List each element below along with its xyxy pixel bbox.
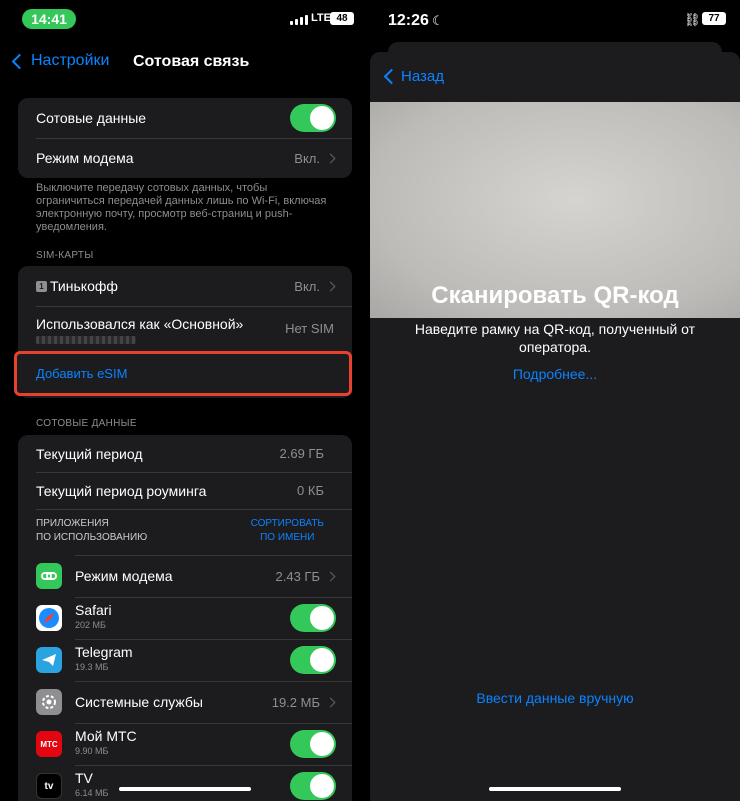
network-type: LTE — [311, 12, 331, 24]
scan-sheet: Назад — [370, 52, 740, 801]
learn-more-link[interactable]: Подробнее... — [370, 366, 740, 382]
add-esim-label: Добавить eSIM — [36, 366, 128, 381]
app-name: Safari — [75, 602, 112, 618]
moon-icon: ☾ — [432, 13, 444, 28]
data-section-header: СОТОВЫЕ ДАННЫЕ — [36, 418, 137, 429]
current-period-value: 2.69 ГБ — [279, 446, 324, 461]
app-row-system-services[interactable]: Системные службы 19.2 МБ — [18, 681, 352, 723]
sim-carrier-row[interactable]: 1 Тинькофф Вкл. — [18, 266, 352, 306]
enter-manually-button[interactable]: Ввести данные вручную — [370, 690, 740, 706]
apps-header-label: ПРИЛОЖЕНИЯ ПО ИСПОЛЬЗОВАНИЮ — [36, 517, 147, 545]
cellular-data-label: Сотовые данные — [36, 110, 147, 126]
mts-icon: МТС — [36, 731, 62, 757]
cellular-settings-screen: 14:41 LTE 48 Настройки Сотовая связь Сот… — [0, 0, 370, 801]
cellular-data-row[interactable]: Сотовые данные — [18, 98, 352, 138]
app-name: Системные службы — [75, 693, 203, 710]
scan-title: Сканировать QR-код — [431, 282, 679, 309]
cellular-group: Сотовые данные Режим модема Вкл. — [18, 98, 352, 178]
hotspot-label: Режим модема — [36, 150, 134, 166]
home-indicator — [119, 787, 251, 791]
apps-header-row: ПРИЛОЖЕНИЯ ПО ИСПОЛЬЗОВАНИЮ СОРТИРОВАТЬ … — [18, 509, 352, 555]
sim-secondary-label: Использовался как «Основной» — [36, 316, 244, 332]
cellular-data-toggle[interactable] — [290, 104, 336, 132]
status-bar: 14:41 LTE 48 — [0, 0, 370, 34]
apps-header-line2: ПО ИСПОЛЬЗОВАНИЮ — [36, 532, 148, 543]
apps-header-line1: ПРИЛОЖЕНИЯ — [36, 518, 109, 529]
chevron-left-icon — [11, 53, 28, 69]
app-usage: 202 МБ — [75, 620, 106, 630]
app-name-block: Telegram 19.3 МБ — [75, 645, 133, 675]
back-label: Настройки — [31, 52, 110, 69]
status-time: 14:41 — [22, 9, 76, 29]
redacted-number — [36, 336, 136, 344]
tv-data-toggle[interactable] — [290, 772, 336, 800]
back-button[interactable]: Назад — [382, 68, 444, 85]
back-button[interactable]: Настройки — [10, 52, 109, 70]
scan-description: Наведите рамку на QR-код, полученный от … — [414, 321, 696, 355]
chevron-right-icon — [325, 281, 336, 291]
app-row-tv: tv TV 6.14 МБ — [18, 765, 352, 801]
battery-level: 48 — [330, 12, 354, 25]
telegram-data-toggle[interactable] — [290, 646, 336, 674]
app-usage-value: 19.2 МБ — [271, 694, 320, 710]
status-bar: 12:26 ☾ ⛓ 77 — [370, 0, 740, 34]
battery-level: 77 — [702, 12, 726, 25]
app-row-safari: Safari 202 МБ — [18, 597, 352, 639]
roaming-period-label: Текущий период роуминга — [36, 482, 207, 499]
roaming-period-row: Текущий период роуминга 0 КБ — [18, 472, 352, 509]
sort-line2: ПО ИМЕНИ — [260, 532, 315, 543]
sort-by-name-button[interactable]: СОРТИРОВАТЬ ПО ИМЕНИ — [251, 517, 324, 545]
hotspot-row[interactable]: Режим модема Вкл. — [18, 138, 352, 178]
home-indicator — [489, 787, 621, 791]
usage-group: Текущий период 2.69 ГБ Текущий период ро… — [18, 435, 352, 801]
gear-icon — [36, 689, 62, 715]
apple-tv-icon: tv — [36, 773, 62, 799]
current-period-row: Текущий период 2.69 ГБ — [18, 435, 352, 472]
status-time: 12:26 — [388, 12, 429, 29]
app-name: TV — [75, 770, 93, 786]
sim-carrier-value: Вкл. — [294, 278, 320, 294]
link-icon — [36, 563, 62, 589]
app-usage-value: 2.43 ГБ — [275, 568, 320, 584]
page-title: Сотовая связь — [133, 53, 250, 70]
app-row-mts: МТС Мой МТС 9.90 МБ — [18, 723, 352, 765]
current-period-label: Текущий период — [36, 445, 143, 462]
sim-carrier-label: Тинькофф — [50, 278, 118, 294]
back-label: Назад — [401, 68, 444, 85]
chevron-right-icon — [325, 697, 336, 707]
hotspot-value: Вкл. — [294, 150, 320, 166]
sim-secondary-row[interactable]: Использовался как «Основной» Нет SIM — [18, 306, 352, 352]
sim-section-header: SIM-КАРТЫ — [36, 250, 94, 261]
app-name-block: Мой МТС 9.90 МБ — [75, 729, 137, 759]
chevron-right-icon — [325, 571, 336, 581]
app-usage: 9.90 МБ — [75, 746, 109, 756]
app-row-telegram: Telegram 19.3 МБ — [18, 639, 352, 681]
app-row-hotspot[interactable]: Режим модема 2.43 ГБ — [18, 555, 352, 597]
app-name: Режим модема — [75, 567, 173, 584]
sort-line1: СОРТИРОВАТЬ — [250, 518, 324, 529]
mts-data-toggle[interactable] — [290, 730, 336, 758]
safari-data-toggle[interactable] — [290, 604, 336, 632]
app-name: Мой МТС — [75, 728, 137, 744]
app-name-block: TV 6.14 МБ — [75, 771, 108, 801]
chevron-left-icon — [383, 68, 400, 85]
compass-icon — [36, 605, 62, 631]
paper-plane-icon — [36, 647, 62, 673]
add-esim-button[interactable]: Добавить eSIM — [14, 351, 352, 396]
app-usage: 19.3 МБ — [75, 662, 109, 672]
sim-secondary-value: Нет SIM — [285, 321, 334, 336]
qr-scan-screen: 12:26 ☾ ⛓ 77 Назад Сканировать QR-код На… — [370, 0, 740, 801]
app-usage: 6.14 МБ — [75, 788, 109, 798]
app-name: Telegram — [75, 644, 133, 660]
signal-icon — [290, 14, 308, 25]
link-icon: ⛓ — [684, 12, 701, 27]
chevron-right-icon — [325, 153, 336, 163]
cellular-footnote: Выключите передачу сотовых данных, чтобы… — [36, 182, 327, 233]
sim-icon: 1 — [36, 280, 47, 292]
roaming-period-value: 0 КБ — [297, 483, 324, 498]
app-name-block: Safari 202 МБ — [75, 603, 112, 633]
